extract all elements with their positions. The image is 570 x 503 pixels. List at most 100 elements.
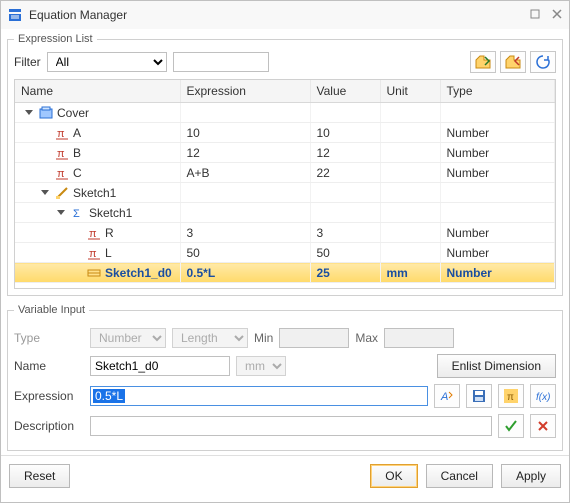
col-unit[interactable]: Unit [380, 80, 440, 103]
cell-value [310, 183, 380, 203]
row-name: R [105, 226, 114, 240]
restore-icon[interactable] [529, 8, 541, 23]
reset-button[interactable]: Reset [9, 464, 70, 488]
window-title: Equation Manager [29, 8, 529, 22]
name-input[interactable] [90, 356, 230, 376]
svg-text:π: π [57, 128, 65, 140]
cell-type: Number [440, 263, 555, 283]
variable-input-group: Variable Input Type Number Length Min Ma… [7, 304, 563, 451]
import-button[interactable] [470, 51, 496, 73]
save-expr-button[interactable] [466, 384, 492, 408]
apply-button[interactable]: Apply [501, 464, 561, 488]
col-expression[interactable]: Expression [180, 80, 310, 103]
description-input[interactable] [90, 416, 492, 436]
cell-unit [380, 103, 440, 123]
table-row[interactable]: πB1212Number [15, 143, 555, 163]
cell-unit [380, 223, 440, 243]
table-row[interactable]: ΣSketch1 [15, 203, 555, 223]
min-input [279, 328, 349, 348]
row-name: A [73, 126, 81, 140]
cell-unit [380, 183, 440, 203]
pi-icon: π [55, 146, 69, 160]
svg-text:π: π [89, 228, 97, 240]
table-row[interactable]: Cover [15, 103, 555, 123]
table-row[interactable]: πCA+B22Number [15, 163, 555, 183]
table-row[interactable]: πA1010Number [15, 123, 555, 143]
expression-input[interactable]: 0.5*L [90, 386, 428, 406]
row-name: C [73, 166, 82, 180]
chevron-down-icon[interactable] [25, 110, 33, 115]
unit-select: mm [236, 356, 286, 376]
description-label: Description [14, 419, 84, 433]
filter-label: Filter [14, 55, 41, 69]
cell-value: 3 [310, 223, 380, 243]
table-header-row: Name Expression Value Unit Type [15, 80, 555, 103]
pi-icon: π [55, 166, 69, 180]
cell-value: 22 [310, 163, 380, 183]
cell-value: 25 [310, 263, 380, 283]
export-button[interactable] [500, 51, 526, 73]
filter-select[interactable]: All [47, 52, 167, 72]
expression-list-group: Expression List Filter All [7, 33, 563, 296]
dialog-footer: Reset OK Cancel Apply [1, 455, 569, 496]
font-button[interactable]: A [434, 384, 460, 408]
cell-unit [380, 243, 440, 263]
fx-button[interactable]: f(x) [530, 384, 556, 408]
cancel-button[interactable]: Cancel [426, 464, 493, 488]
part-icon [39, 106, 53, 120]
enlist-dimension-button[interactable]: Enlist Dimension [437, 354, 556, 378]
cell-unit: mm [380, 263, 440, 283]
svg-text:f(x): f(x) [536, 392, 550, 403]
col-value[interactable]: Value [310, 80, 380, 103]
length-select: Length [172, 328, 248, 348]
type-select: Number [90, 328, 166, 348]
expression-label: Expression [14, 389, 84, 403]
cell-expression: 12 [180, 143, 310, 163]
cell-value: 12 [310, 143, 380, 163]
row-name: Sketch1 [73, 186, 116, 200]
row-name: L [105, 246, 112, 260]
cell-type: Number [440, 243, 555, 263]
table-row[interactable]: πR33Number [15, 223, 555, 243]
refresh-button[interactable] [530, 51, 556, 73]
cell-type: Number [440, 223, 555, 243]
row-name: Sketch1_d0 [105, 266, 172, 280]
cell-expression: 0.5*L [180, 263, 310, 283]
svg-text:π: π [57, 148, 65, 160]
close-icon[interactable] [551, 8, 563, 23]
cell-value [310, 203, 380, 223]
window-buttons [529, 8, 563, 23]
filter-search-input[interactable] [173, 52, 269, 72]
cell-expression: 50 [180, 243, 310, 263]
col-name[interactable]: Name [15, 80, 180, 103]
dim-icon [87, 266, 101, 280]
table-row[interactable]: Sketch1 [15, 183, 555, 203]
min-label: Min [254, 331, 273, 345]
ok-button[interactable]: OK [370, 464, 417, 488]
chevron-down-icon[interactable] [41, 190, 49, 195]
row-name: Cover [57, 106, 89, 120]
name-label: Name [14, 359, 84, 373]
col-type[interactable]: Type [440, 80, 555, 103]
sketch-icon [55, 186, 69, 200]
titlebar: Equation Manager [1, 1, 569, 29]
cell-unit [380, 163, 440, 183]
expression-table[interactable]: Name Expression Value Unit Type CoverπA1… [14, 79, 556, 289]
cell-value: 50 [310, 243, 380, 263]
reject-button[interactable] [530, 414, 556, 438]
svg-text:π: π [89, 248, 97, 260]
svg-text:π: π [507, 392, 514, 403]
cell-unit [380, 203, 440, 223]
table-row[interactable]: πL 5050 Number [15, 243, 555, 263]
pi-const-button[interactable]: π [498, 384, 524, 408]
svg-text:π: π [57, 168, 65, 180]
cell-expression [180, 203, 310, 223]
type-label: Type [14, 331, 84, 345]
accept-button[interactable] [498, 414, 524, 438]
cell-expression [180, 103, 310, 123]
chevron-down-icon[interactable] [57, 210, 65, 215]
table-row[interactable]: Sketch1_d0 0.5*L25mmNumber [15, 263, 555, 283]
pi-icon: π [87, 226, 101, 240]
max-input [384, 328, 454, 348]
cell-type: Number [440, 163, 555, 183]
